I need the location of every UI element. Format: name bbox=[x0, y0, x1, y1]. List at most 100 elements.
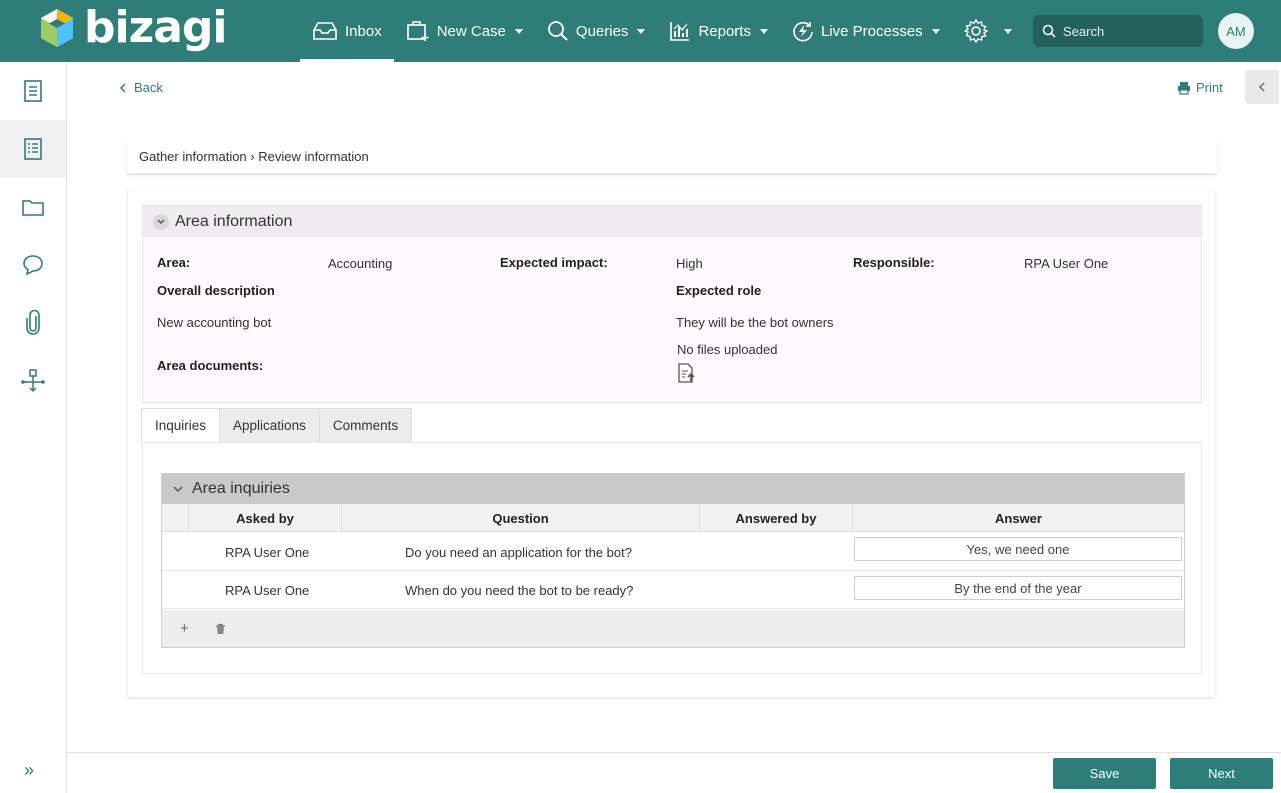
grid-footer: + bbox=[162, 610, 1184, 647]
chevron-left-icon bbox=[1259, 82, 1265, 92]
search-box[interactable] bbox=[1033, 15, 1203, 47]
nav-queries-label: Queries bbox=[575, 22, 629, 40]
bizagi-logo[interactable]: bizagi bbox=[38, 2, 227, 53]
gear-icon bbox=[963, 19, 988, 43]
sidebar-item-workflow[interactable] bbox=[0, 352, 66, 410]
nav-live-processes-label: Live Processes bbox=[820, 22, 923, 40]
back-label: Back bbox=[134, 80, 163, 95]
responsible-label: Responsible: bbox=[853, 255, 935, 270]
trash-icon[interactable] bbox=[215, 623, 226, 635]
workflow-icon bbox=[21, 369, 45, 393]
area-inquiries-grid: Area inquiries Asked by Question Answere… bbox=[161, 473, 1185, 648]
reports-chart-icon bbox=[670, 22, 690, 41]
asked-by-cell: RPA User One bbox=[225, 544, 310, 560]
next-button[interactable]: Next bbox=[1170, 758, 1273, 789]
form-card: Area information Area: Accounting Expect… bbox=[128, 190, 1215, 697]
area-value: Accounting bbox=[328, 256, 393, 271]
table-row[interactable]: RPA User One When do you need the bot to… bbox=[162, 571, 1184, 609]
chat-bubble-icon bbox=[23, 255, 43, 276]
tab-strip: Inquiries Applications Comments bbox=[141, 408, 413, 443]
column-question[interactable]: Question bbox=[342, 504, 700, 532]
overall-description-label: Overall description bbox=[157, 283, 275, 298]
overall-description-value: New accounting bot bbox=[157, 315, 272, 330]
tab-applications[interactable]: Applications bbox=[219, 408, 320, 443]
search-input[interactable] bbox=[1063, 23, 1193, 39]
search-icon bbox=[1042, 24, 1056, 38]
avatar[interactable]: AM bbox=[1218, 13, 1254, 49]
tab-comments[interactable]: Comments bbox=[318, 408, 413, 443]
row-selector-header bbox=[162, 504, 189, 532]
sidebar-item-comments[interactable] bbox=[0, 236, 66, 294]
nav-settings[interactable] bbox=[952, 0, 1024, 62]
print-label: Print bbox=[1196, 80, 1223, 95]
brand-name: bizagi bbox=[84, 2, 227, 53]
magnifier-icon bbox=[548, 21, 568, 41]
area-documents-label: Area documents: bbox=[157, 358, 264, 373]
question-cell: When do you need the bot to be ready? bbox=[405, 582, 634, 598]
expected-role-label: Expected role bbox=[676, 283, 762, 298]
breadcrumb: Gather information › Review information bbox=[127, 141, 1217, 173]
new-case-icon bbox=[406, 21, 429, 41]
expected-impact-label: Expected impact: bbox=[500, 255, 608, 270]
nav-inbox-label: Inbox bbox=[345, 22, 382, 40]
chevron-down-icon bbox=[1003, 28, 1012, 34]
nav-reports-label: Reports bbox=[698, 22, 751, 40]
sidebar-item-form[interactable] bbox=[0, 120, 66, 178]
chevron-down-icon bbox=[153, 213, 169, 230]
responsible-value: RPA User One bbox=[1024, 256, 1109, 271]
collapse-panel-button[interactable] bbox=[1245, 70, 1279, 104]
expand-sidebar-icon[interactable]: » bbox=[24, 760, 34, 781]
area-information-title: Area information bbox=[175, 212, 293, 230]
question-cell: Do you need an application for the bot? bbox=[405, 544, 632, 560]
nav-new-case-label: New Case bbox=[436, 22, 506, 40]
print-link[interactable]: Print bbox=[1177, 80, 1223, 95]
area-inquiries-header[interactable]: Area inquiries bbox=[162, 474, 1184, 504]
nav-queries[interactable]: Queries bbox=[535, 0, 658, 62]
document-icon bbox=[24, 80, 42, 102]
area-documents-value: No files uploaded bbox=[677, 342, 778, 357]
nav-inbox[interactable]: Inbox bbox=[300, 0, 394, 62]
asked-by-cell: RPA User One bbox=[225, 582, 310, 598]
save-button[interactable]: Save bbox=[1053, 758, 1156, 789]
footer-bar: Save Next bbox=[67, 752, 1281, 793]
form-list-icon bbox=[24, 138, 42, 160]
column-answer[interactable]: Answer bbox=[853, 504, 1184, 532]
answer-field[interactable] bbox=[854, 576, 1182, 600]
top-navigation-bar: bizagi Inbox New Case Queries Reports Li… bbox=[0, 0, 1281, 62]
add-row-icon[interactable]: + bbox=[180, 620, 189, 637]
area-inquiries-title: Area inquiries bbox=[192, 480, 290, 497]
chevron-down-icon bbox=[931, 28, 940, 34]
bizagi-logo-icon bbox=[41, 9, 73, 47]
lightning-cycle-icon bbox=[793, 21, 813, 42]
area-information-group: Area information Area: Accounting Expect… bbox=[142, 205, 1202, 403]
answer-field[interactable] bbox=[854, 537, 1182, 561]
left-sidebar: » bbox=[0, 62, 67, 793]
chevron-down-icon bbox=[759, 28, 768, 34]
paperclip-icon bbox=[26, 310, 40, 335]
area-label: Area: bbox=[157, 255, 191, 270]
chevron-left-icon bbox=[120, 83, 126, 92]
chevron-down-icon bbox=[514, 28, 523, 34]
back-link[interactable]: Back bbox=[118, 80, 163, 95]
expected-role-value: They will be the bot owners bbox=[676, 315, 834, 330]
nav-new-case[interactable]: New Case bbox=[394, 0, 535, 62]
column-answered-by[interactable]: Answered by bbox=[700, 504, 853, 532]
nav-reports[interactable]: Reports bbox=[657, 0, 780, 62]
area-information-header[interactable]: Area information bbox=[143, 206, 1201, 237]
sidebar-item-folders[interactable] bbox=[0, 178, 66, 236]
expected-impact-value: High bbox=[676, 256, 703, 271]
sidebar-item-summary[interactable] bbox=[0, 62, 66, 120]
inquiries-tab-panel: Area inquiries Asked by Question Answere… bbox=[142, 442, 1202, 674]
folder-icon bbox=[22, 200, 44, 216]
printer-icon bbox=[1178, 81, 1190, 95]
nav-live-processes[interactable]: Live Processes bbox=[780, 0, 952, 62]
main-nav: Inbox New Case Queries Reports Live Proc… bbox=[300, 0, 1024, 62]
column-asked-by[interactable]: Asked by bbox=[189, 504, 342, 532]
inbox-icon bbox=[313, 22, 337, 40]
upload-file-icon[interactable] bbox=[677, 363, 697, 383]
sidebar-item-attachments[interactable] bbox=[0, 294, 66, 352]
chevron-down-icon bbox=[173, 486, 183, 493]
grid-column-headers: Asked by Question Answered by Answer bbox=[162, 504, 1184, 532]
table-row[interactable]: RPA User One Do you need an application … bbox=[162, 533, 1184, 571]
tab-inquiries[interactable]: Inquiries bbox=[141, 408, 221, 443]
